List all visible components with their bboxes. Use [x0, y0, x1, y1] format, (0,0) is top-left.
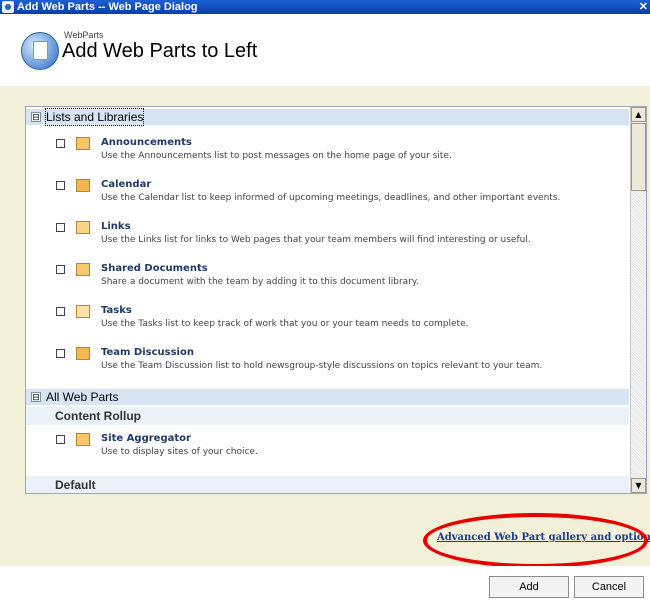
web-part-item[interactable]: Calendar Use the Calendar list to keep i…: [26, 173, 629, 213]
cancel-button[interactable]: Cancel: [574, 576, 644, 598]
web-part-checkbox[interactable]: [56, 265, 65, 274]
collapse-toggle-icon[interactable]: ⊟: [31, 392, 41, 402]
web-part-item[interactable]: Links Use the Links list for links to We…: [26, 215, 629, 255]
scroll-up-icon[interactable]: ▲: [631, 107, 646, 122]
header-subtitle: WebParts: [64, 30, 104, 40]
announcements-icon: [76, 137, 90, 150]
subcategory-content-rollup: Content Rollup: [26, 407, 629, 425]
scroll-thumb[interactable]: [631, 123, 646, 191]
page-title: Add Web Parts to Left: [62, 40, 258, 62]
subcategory-default: Default: [26, 476, 629, 493]
discussion-icon: [76, 347, 90, 360]
scroll-down-icon[interactable]: ▼: [631, 478, 646, 493]
web-part-name: Links: [101, 221, 131, 232]
dialog-title: Add Web Parts -- Web Page Dialog: [17, 1, 198, 13]
web-parts-list: ⊟ Lists and Libraries Announcements Use …: [26, 107, 629, 493]
web-part-name: Announcements: [101, 137, 192, 148]
web-part-name: Shared Documents: [101, 263, 208, 274]
subcategory-label: Content Rollup: [55, 409, 141, 423]
web-part-description: Share a document with the team by adding…: [101, 277, 419, 287]
web-part-description: Use to display sites of your choice.: [101, 447, 258, 457]
category-label: All Web Parts: [46, 390, 119, 404]
document-library-icon: [76, 263, 90, 276]
web-part-description: Use the Team Discussion list to hold new…: [101, 361, 543, 371]
web-part-checkbox[interactable]: [56, 181, 65, 190]
web-part-checkbox[interactable]: [56, 435, 65, 444]
webparts-icon: [21, 32, 59, 70]
site-aggregator-icon: [76, 433, 90, 446]
category-label: Lists and Libraries: [44, 108, 145, 126]
web-part-checkbox[interactable]: [56, 139, 65, 148]
highlight-ellipse: [423, 513, 648, 568]
category-all-web-parts[interactable]: ⊟ All Web Parts: [26, 389, 629, 405]
tasks-icon: [76, 305, 90, 318]
web-part-description: Use the Links list for links to Web page…: [101, 235, 531, 245]
dialog-titlebar: Add Web Parts -- Web Page Dialog ✕: [0, 0, 650, 14]
web-part-name: Site Aggregator: [101, 433, 191, 444]
web-part-item[interactable]: Shared Documents Share a document with t…: [26, 257, 629, 297]
category-lists-and-libraries[interactable]: ⊟ Lists and Libraries: [26, 108, 629, 126]
web-part-item[interactable]: Announcements Use the Announcements list…: [26, 131, 629, 171]
web-part-checkbox[interactable]: [56, 307, 65, 316]
subcategory-label: Default: [55, 478, 96, 492]
calendar-icon: [76, 179, 90, 192]
web-part-checkbox[interactable]: [56, 349, 65, 358]
web-part-item[interactable]: Tasks Use the Tasks list to keep track o…: [26, 299, 629, 339]
page-header: WebParts Add Web Parts to Left: [0, 14, 650, 86]
web-part-description: Use the Calendar list to keep informed o…: [101, 193, 561, 203]
web-part-checkbox[interactable]: [56, 223, 65, 232]
web-parts-list-panel: ⊟ Lists and Libraries Announcements Use …: [25, 106, 647, 494]
web-part-name: Calendar: [101, 179, 152, 190]
web-part-name: Tasks: [101, 305, 132, 316]
web-part-description: Use the Announcements list to post messa…: [101, 151, 452, 161]
ie-window-icon: [2, 1, 14, 13]
close-icon[interactable]: ✕: [639, 0, 648, 14]
web-part-item[interactable]: Site Aggregator Use to display sites of …: [26, 427, 629, 467]
links-icon: [76, 221, 90, 234]
web-part-item[interactable]: Team Discussion Use the Team Discussion …: [26, 341, 629, 381]
vertical-scrollbar[interactable]: ▲ ▼: [630, 107, 646, 493]
add-button[interactable]: Add: [489, 576, 569, 598]
collapse-toggle-icon[interactable]: ⊟: [31, 112, 41, 122]
web-part-description: Use the Tasks list to keep track of work…: [101, 319, 469, 329]
web-part-name: Team Discussion: [101, 347, 194, 358]
